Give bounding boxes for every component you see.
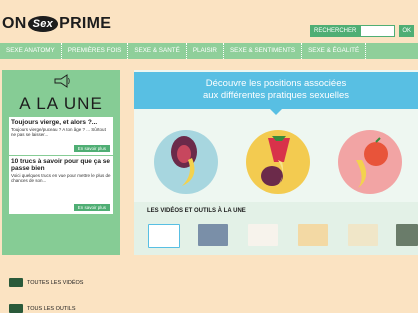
all-tools-link[interactable]: TOUS LES OUTILS [9,304,76,313]
all-tools-label: TOUS LES OUTILS [27,305,76,312]
nav-item-sentiments[interactable]: SEXE & SENTIMENTS [224,43,303,59]
nav-item-premieres-fois[interactable]: PREMIÈRES FOIS [62,43,129,59]
main-nav: SEXE ANATOMY PREMIÈRES FOIS SEXE & SANTÉ… [0,43,418,59]
logo-left: ON [2,15,27,32]
article-card[interactable]: Toujours vierge, et alors ?... Toujours … [9,117,113,155]
banner-arrow [270,109,282,115]
strawberry-icon [261,136,290,188]
article-title[interactable]: Toujours vierge, et alors ?... [9,117,113,126]
featured-videos-section: LES VIDÉOS ET OUTILS À LA UNE [134,202,418,255]
positions-banner[interactable]: Découvre les positions associées aux dif… [134,72,418,109]
video-thumbnail[interactable] [248,224,278,246]
nav-item-plaisir[interactable]: PLAISIR [187,43,224,59]
article-text: Voici quelques trucs en vue pour mettre … [11,173,111,183]
video-thumbnail[interactable] [298,224,328,246]
video-icon [9,278,23,287]
peach-banana-illustration[interactable] [338,130,402,194]
megaphone-icon [54,74,70,88]
all-videos-label: TOUTES LES VIDÉOS [27,279,84,286]
article-text: Toujours vierge/puceau ? A ton âge ? ...… [11,127,106,137]
article-card[interactable]: 10 trucs à savoir pour que ça se passe b… [9,156,113,214]
search-button[interactable]: OK [399,25,414,37]
sidebar: A LA UNE Toujours vierge, et alors ?... … [2,70,120,313]
nav-item-sante[interactable]: SEXE & SANTÉ [128,43,187,59]
logo-right: PRIME [59,15,112,32]
page: ON Sex PRIME RECHERCHER OK SEXE ANATOMY … [0,0,418,313]
read-more-button[interactable]: En savoir plus [73,204,110,211]
banner-line-1: Découvre les positions associées [205,78,347,89]
video-thumbnail[interactable] [348,224,378,246]
peach-icon [356,137,388,188]
banner-line-2: aux différentes pratiques sexuelles [202,90,350,101]
header: ON Sex PRIME RECHERCHER OK [0,0,418,40]
fig-banana-illustration[interactable] [154,130,218,194]
search-bar: RECHERCHER OK [310,25,414,37]
strawberry-banana-illustration[interactable] [246,130,310,194]
search-input[interactable] [360,25,396,37]
site-logo[interactable]: ON Sex PRIME [2,12,111,36]
nav-item-egalite[interactable]: SEXE & ÉGALITÉ [302,43,367,59]
main-content: Découvre les positions associées aux dif… [134,70,418,255]
article-title[interactable]: 10 trucs à savoir pour que ça se passe b… [9,156,113,172]
fig-icon [171,136,197,186]
video-thumbnail[interactable] [148,224,180,248]
featured-videos-title: LES VIDÉOS ET OUTILS À LA UNE [147,208,246,214]
logo-badge: Sex [27,16,59,32]
video-thumbnail[interactable] [396,224,418,246]
video-thumbnail[interactable] [198,224,228,246]
read-more-button[interactable]: En savoir plus [73,145,110,152]
a-la-une-heading: A LA UNE [19,94,103,113]
search-label: RECHERCHER [310,25,361,37]
all-videos-link[interactable]: TOUTES LES VIDÉOS [9,278,83,287]
nav-item-anatomy[interactable]: SEXE ANATOMY [0,43,62,59]
tools-icon [9,304,23,313]
